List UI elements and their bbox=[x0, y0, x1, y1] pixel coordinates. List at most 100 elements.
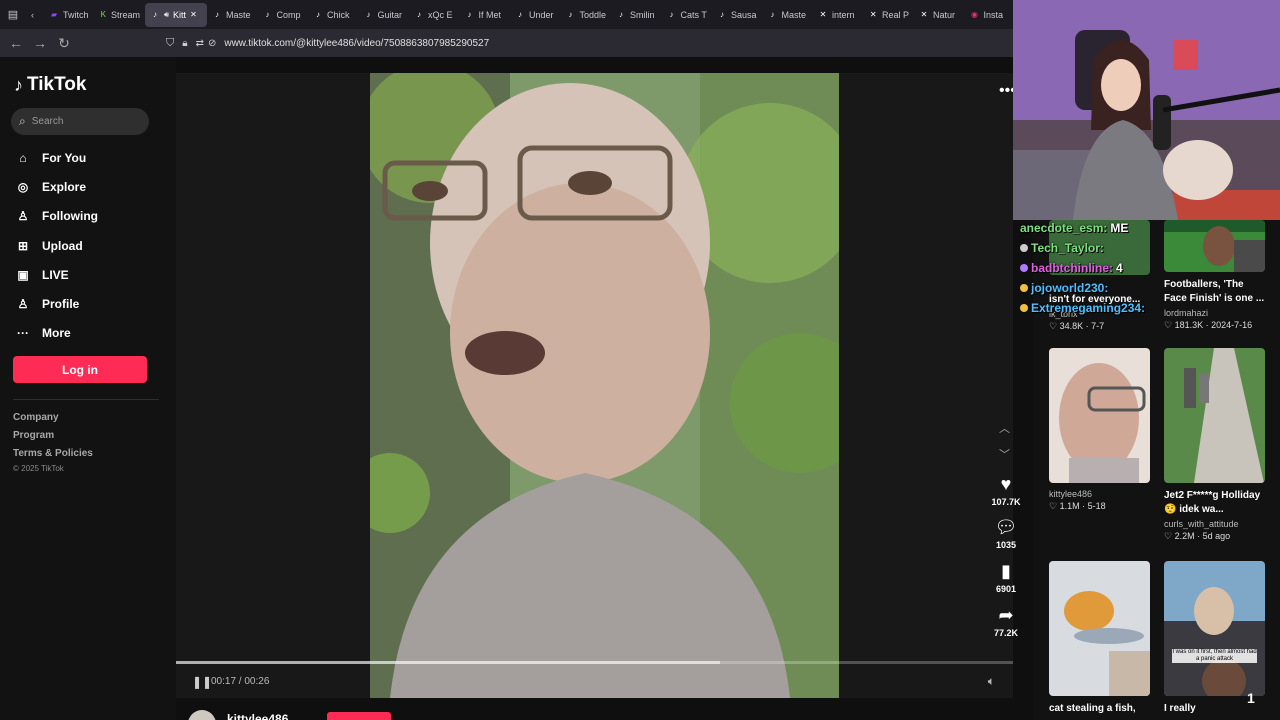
chat-username: badbtchinline: bbox=[1031, 261, 1113, 275]
tracking-icon[interactable]: ⊘ bbox=[208, 38, 216, 49]
comment-button[interactable]: 💬︎ 1035 bbox=[985, 517, 1027, 550]
browser-tab[interactable]: ♪ Comp bbox=[258, 0, 309, 29]
card-meta: ♡ 1.1M · 5-18 bbox=[1049, 501, 1106, 511]
tiktok-icon: ♪ bbox=[417, 10, 421, 19]
browser-tab[interactable]: ♪ Maste bbox=[763, 0, 814, 29]
browser-tab[interactable]: ♪ Maste bbox=[207, 0, 258, 29]
nav-more[interactable]: ··· More bbox=[14, 324, 71, 342]
browser-tab[interactable]: ♪ Guitar bbox=[359, 0, 410, 29]
video-progress-fill bbox=[176, 661, 721, 664]
tab-list-button[interactable]: ▤ bbox=[0, 0, 26, 29]
video-thumbnail bbox=[1049, 561, 1150, 696]
nav-label: Following bbox=[42, 209, 98, 223]
volume-button[interactable]: 🔈︎ bbox=[988, 674, 995, 689]
browser-tab[interactable]: ◉ Insta bbox=[965, 0, 1014, 29]
browser-tab[interactable]: ♪ Sausa bbox=[712, 0, 763, 29]
url-bar: ← → ↻ ⛉ 🔒︎ ⇄ ⊘ www.tiktok.com/@kittylee4… bbox=[0, 29, 1013, 57]
browser-tab[interactable]: K Stream bbox=[95, 0, 146, 29]
tiktok-icon: ♪ bbox=[568, 10, 573, 19]
tab-label: Real P bbox=[881, 9, 909, 20]
tiktok-icon: ♪ bbox=[467, 10, 472, 19]
chat-username: Extremegaming234: bbox=[1031, 301, 1146, 315]
nav-label: Explore bbox=[42, 180, 87, 194]
tiktok-icon: ♪ bbox=[265, 10, 270, 19]
search-box[interactable]: ⌕ bbox=[11, 108, 149, 135]
chat-text: ME bbox=[1110, 221, 1129, 235]
video-stage: ❚❚ 00:17 / 00:26 🔈︎ bbox=[176, 73, 1013, 698]
tab-label: Comp bbox=[276, 9, 301, 20]
tiktok-icon: ♪ bbox=[215, 10, 219, 19]
tab-label: Maste bbox=[226, 9, 251, 20]
browser-tab[interactable]: ✕ Natur bbox=[914, 0, 965, 29]
recommended-card-3[interactable]: kittylee486 ♡ 1.1M · 5-18 bbox=[1049, 348, 1150, 512]
lock-icon[interactable]: 🔒︎ bbox=[182, 38, 187, 49]
card-meta: ♡ 181.3K · 2024-7-16 bbox=[1164, 320, 1253, 330]
card-meta: ♡ 34.8K · 7-7 bbox=[1049, 321, 1105, 331]
nav-following[interactable]: ♙ Following bbox=[14, 207, 98, 225]
video-player[interactable] bbox=[370, 73, 839, 698]
nav-explore[interactable]: ◎ Explore bbox=[14, 178, 86, 196]
browser-tab[interactable]: ♪ If Met bbox=[460, 0, 511, 29]
tiktok-icon: ♪ bbox=[669, 10, 674, 19]
nav-label: LIVE bbox=[42, 268, 69, 282]
nav-live[interactable]: ▣ LIVE bbox=[14, 266, 69, 284]
browser-tab[interactable]: ♪ xQc E bbox=[409, 0, 460, 29]
tiktok-icon: ♪ bbox=[770, 10, 775, 19]
thumbnail-caption: I was on it first, then almost had a pan… bbox=[1172, 649, 1257, 663]
pause-button[interactable]: ❚❚ bbox=[192, 675, 212, 689]
search-input[interactable] bbox=[31, 116, 132, 127]
author-avatar[interactable] bbox=[188, 710, 216, 720]
footer-program[interactable]: Program bbox=[13, 430, 54, 441]
nav-upload[interactable]: ⊞ Upload bbox=[14, 237, 83, 255]
recommended-card-5[interactable]: cat stealing a fish, bbox=[1049, 561, 1150, 716]
card-title: Footballers, 'The Face Finish' is one ..… bbox=[1164, 279, 1265, 304]
browser-tab[interactable]: ✕ intern bbox=[813, 0, 864, 29]
browser-tab[interactable]: ▰ Twitch bbox=[44, 0, 95, 29]
footer-terms[interactable]: Terms & Policies bbox=[13, 448, 93, 459]
follow-button[interactable] bbox=[327, 712, 391, 720]
tab-scroll-left[interactable]: ‹ bbox=[26, 0, 44, 29]
footer-company[interactable]: Company bbox=[13, 412, 59, 423]
previous-video-button[interactable]: ︿ bbox=[999, 420, 1010, 436]
nav-profile[interactable]: ♙ Profile bbox=[14, 295, 80, 313]
streamer-webcam bbox=[1013, 0, 1280, 220]
nav-label: More bbox=[42, 326, 71, 340]
login-button[interactable]: Log in bbox=[13, 356, 147, 383]
recommended-card-4[interactable]: Jet2 F*****g Holliday🤨 idek wa... curls_… bbox=[1164, 348, 1265, 542]
forward-button[interactable]: → bbox=[28, 35, 52, 51]
browser-tab[interactable]: ♪ Chick bbox=[308, 0, 359, 29]
browser-tab[interactable]: ♪ Smilin bbox=[611, 0, 662, 29]
tab-label: Natur bbox=[933, 9, 956, 20]
browser-tab[interactable]: ♪ Toddle bbox=[561, 0, 612, 29]
next-video-button[interactable]: ﹀ bbox=[999, 446, 1010, 462]
author-name[interactable]: kittylee486 bbox=[227, 712, 288, 720]
save-button[interactable]: ▮ 6901 bbox=[985, 561, 1027, 594]
permissions-icon[interactable]: ⇄ bbox=[196, 38, 204, 49]
reload-button[interactable]: ↻ bbox=[52, 35, 76, 52]
tab-label: Maste bbox=[781, 9, 807, 20]
tab-label: Toddle bbox=[579, 9, 606, 20]
browser-tab[interactable]: ♪ 🔊︎ Kitt ✕ bbox=[145, 2, 207, 27]
recommended-card-2[interactable]: Footballers, 'The Face Finish' is one ..… bbox=[1164, 220, 1265, 331]
tiktok-icon: ♪ bbox=[518, 10, 522, 19]
browser-tab[interactable]: ✕ Real P bbox=[864, 0, 915, 29]
close-tab-icon[interactable]: ✕ bbox=[190, 10, 197, 19]
url-text[interactable]: www.tiktok.com/@kittylee486/video/750886… bbox=[224, 38, 489, 49]
browser-tab[interactable]: ♪ Cats T bbox=[662, 0, 713, 29]
back-button[interactable]: ← bbox=[4, 35, 28, 51]
chat-username: anecdote_esm: bbox=[1020, 221, 1108, 235]
tabs-container: ▰ Twitch K Stream ♪ 🔊︎ Kitt ✕ ♪ Maste ♪ Comp ♪ Chick ♪… bbox=[44, 0, 1013, 29]
video-progress-bar[interactable] bbox=[176, 661, 1013, 664]
share-button[interactable]: ➦ 77.2K bbox=[985, 605, 1027, 638]
shield-icon[interactable]: ⛉ bbox=[166, 37, 174, 50]
nav-label: Upload bbox=[42, 239, 83, 253]
speaker-icon[interactable]: 🔊︎ bbox=[164, 10, 169, 20]
browser-tab[interactable]: ♪ Under bbox=[510, 0, 561, 29]
tab-label: Smilin bbox=[630, 9, 655, 20]
following-icon: ♙ bbox=[17, 209, 29, 223]
tiktok-logo[interactable]: ♪ TikTok bbox=[14, 74, 86, 96]
tab-label: Twitch bbox=[63, 9, 89, 20]
tab-label: Guitar bbox=[377, 9, 403, 20]
nav-for-you[interactable]: ⌂ For You bbox=[14, 149, 86, 167]
like-button[interactable]: ♥ 107.7K bbox=[985, 474, 1027, 507]
